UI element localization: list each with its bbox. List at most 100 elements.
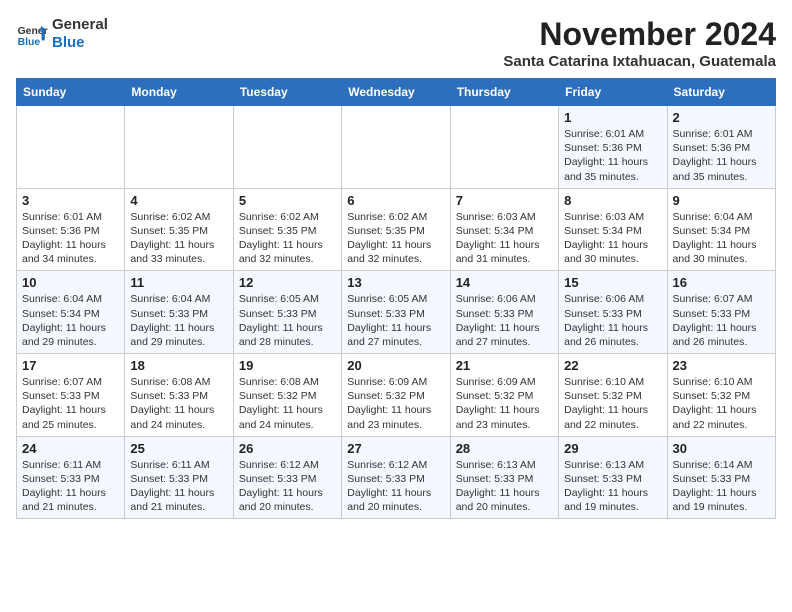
day-number: 7 [456, 193, 553, 208]
calendar-cell: 14 Sunrise: 6:06 AMSunset: 5:33 PMDayligh… [450, 271, 558, 354]
day-number: 1 [564, 110, 661, 125]
calendar-cell [17, 106, 125, 189]
day-number: 21 [456, 358, 553, 373]
logo-text-general: General [52, 16, 108, 34]
day-number: 18 [130, 358, 227, 373]
weekday-header: Wednesday [342, 79, 450, 106]
calendar-cell: 3 Sunrise: 6:01 AMSunset: 5:36 PMDaylight… [17, 188, 125, 271]
svg-text:Blue: Blue [18, 37, 41, 48]
day-info: Sunrise: 6:01 AMSunset: 5:36 PMDaylight:… [22, 210, 119, 267]
calendar-week-row: 24 Sunrise: 6:11 AMSunset: 5:33 PMDayligh… [17, 436, 776, 519]
calendar-week-row: 3 Sunrise: 6:01 AMSunset: 5:36 PMDaylight… [17, 188, 776, 271]
day-number: 5 [239, 193, 336, 208]
day-info: Sunrise: 6:02 AMSunset: 5:35 PMDaylight:… [347, 210, 444, 267]
day-info: Sunrise: 6:09 AMSunset: 5:32 PMDaylight:… [456, 375, 553, 432]
weekday-header: Thursday [450, 79, 558, 106]
day-number: 6 [347, 193, 444, 208]
calendar-cell: 22Sunrise: 6:10 AMSunset: 5:32 PMDayligh… [559, 354, 667, 437]
calendar-cell: 8 Sunrise: 6:03 AMSunset: 5:34 PMDaylight… [559, 188, 667, 271]
day-info: Sunrise: 6:07 AMSunset: 5:33 PMDaylight:… [673, 292, 770, 349]
day-number: 13 [347, 275, 444, 290]
calendar-week-row: 1 Sunrise: 6:01 AMSunset: 5:36 PMDaylight… [17, 106, 776, 189]
day-info: Sunrise: 6:12 AMSunset: 5:33 PMDaylight:… [239, 458, 336, 515]
day-info: Sunrise: 6:05 AMSunset: 5:33 PMDaylight:… [239, 292, 336, 349]
day-info: Sunrise: 6:01 AMSunset: 5:36 PMDaylight:… [564, 127, 661, 184]
calendar-cell: 13 Sunrise: 6:05 AMSunset: 5:33 PMDayligh… [342, 271, 450, 354]
day-number: 26 [239, 441, 336, 456]
logo: General Blue General Blue [16, 16, 108, 52]
calendar-cell: 9 Sunrise: 6:04 AMSunset: 5:34 PMDaylight… [667, 188, 775, 271]
day-info: Sunrise: 6:11 AMSunset: 5:33 PMDaylight:… [130, 458, 227, 515]
day-number: 9 [673, 193, 770, 208]
day-info: Sunrise: 6:06 AMSunset: 5:33 PMDaylight:… [456, 292, 553, 349]
day-number: 24 [22, 441, 119, 456]
day-number: 19 [239, 358, 336, 373]
calendar-cell: 1 Sunrise: 6:01 AMSunset: 5:36 PMDaylight… [559, 106, 667, 189]
day-number: 8 [564, 193, 661, 208]
calendar-cell: 2Sunrise: 6:01 AMSunset: 5:36 PMDaylight… [667, 106, 775, 189]
day-number: 23 [673, 358, 770, 373]
day-info: Sunrise: 6:10 AMSunset: 5:32 PMDaylight:… [564, 375, 661, 432]
calendar-cell [342, 106, 450, 189]
day-number: 28 [456, 441, 553, 456]
day-info: Sunrise: 6:14 AMSunset: 5:33 PMDaylight:… [673, 458, 770, 515]
location-subtitle: Santa Catarina Ixtahuacan, Guatemala [503, 53, 776, 70]
day-info: Sunrise: 6:04 AMSunset: 5:34 PMDaylight:… [673, 210, 770, 267]
calendar-cell: 21 Sunrise: 6:09 AMSunset: 5:32 PMDayligh… [450, 354, 558, 437]
weekday-header: Friday [559, 79, 667, 106]
weekday-header: Tuesday [233, 79, 341, 106]
calendar-cell: 10Sunrise: 6:04 AMSunset: 5:34 PMDayligh… [17, 271, 125, 354]
weekday-header: Saturday [667, 79, 775, 106]
day-number: 20 [347, 358, 444, 373]
page-header: General Blue General Blue November 2024 … [16, 16, 776, 70]
calendar-cell: 7 Sunrise: 6:03 AMSunset: 5:34 PMDaylight… [450, 188, 558, 271]
day-info: Sunrise: 6:02 AMSunset: 5:35 PMDaylight:… [130, 210, 227, 267]
calendar-cell: 28Sunrise: 6:13 AMSunset: 5:33 PMDayligh… [450, 436, 558, 519]
weekday-header: Monday [125, 79, 233, 106]
day-number: 11 [130, 275, 227, 290]
calendar-cell: 27 Sunrise: 6:12 AMSunset: 5:33 PMDayligh… [342, 436, 450, 519]
day-number: 30 [673, 441, 770, 456]
day-info: Sunrise: 6:03 AMSunset: 5:34 PMDaylight:… [564, 210, 661, 267]
day-info: Sunrise: 6:02 AMSunset: 5:35 PMDaylight:… [239, 210, 336, 267]
calendar-cell [125, 106, 233, 189]
day-info: Sunrise: 6:04 AMSunset: 5:34 PMDaylight:… [22, 292, 119, 349]
day-info: Sunrise: 6:04 AMSunset: 5:33 PMDaylight:… [130, 292, 227, 349]
weekday-header-row: SundayMondayTuesdayWednesdayThursdayFrid… [17, 79, 776, 106]
day-info: Sunrise: 6:12 AMSunset: 5:33 PMDaylight:… [347, 458, 444, 515]
day-number: 4 [130, 193, 227, 208]
calendar-table: SundayMondayTuesdayWednesdayThursdayFrid… [16, 78, 776, 519]
calendar-cell: 12 Sunrise: 6:05 AMSunset: 5:33 PMDayligh… [233, 271, 341, 354]
day-number: 17 [22, 358, 119, 373]
logo-text-blue: Blue [52, 34, 108, 52]
calendar-cell: 17 Sunrise: 6:07 AMSunset: 5:33 PMDayligh… [17, 354, 125, 437]
calendar-cell: 20Sunrise: 6:09 AMSunset: 5:32 PMDayligh… [342, 354, 450, 437]
calendar-cell: 4 Sunrise: 6:02 AMSunset: 5:35 PMDaylight… [125, 188, 233, 271]
day-number: 27 [347, 441, 444, 456]
day-info: Sunrise: 6:08 AMSunset: 5:33 PMDaylight:… [130, 375, 227, 432]
calendar-cell: 29 Sunrise: 6:13 AMSunset: 5:33 PMDayligh… [559, 436, 667, 519]
day-number: 16 [673, 275, 770, 290]
weekday-header: Sunday [17, 79, 125, 106]
day-info: Sunrise: 6:07 AMSunset: 5:33 PMDaylight:… [22, 375, 119, 432]
calendar-cell: 5 Sunrise: 6:02 AMSunset: 5:35 PMDaylight… [233, 188, 341, 271]
day-info: Sunrise: 6:05 AMSunset: 5:33 PMDaylight:… [347, 292, 444, 349]
day-info: Sunrise: 6:01 AMSunset: 5:36 PMDaylight:… [673, 127, 770, 184]
calendar-week-row: 17 Sunrise: 6:07 AMSunset: 5:33 PMDayligh… [17, 354, 776, 437]
day-number: 12 [239, 275, 336, 290]
day-info: Sunrise: 6:10 AMSunset: 5:32 PMDaylight:… [673, 375, 770, 432]
day-info: Sunrise: 6:03 AMSunset: 5:34 PMDaylight:… [456, 210, 553, 267]
calendar-cell: 26 Sunrise: 6:12 AMSunset: 5:33 PMDayligh… [233, 436, 341, 519]
day-info: Sunrise: 6:13 AMSunset: 5:33 PMDaylight:… [564, 458, 661, 515]
day-number: 14 [456, 275, 553, 290]
day-number: 29 [564, 441, 661, 456]
calendar-cell: 19Sunrise: 6:08 AMSunset: 5:32 PMDayligh… [233, 354, 341, 437]
calendar-cell [233, 106, 341, 189]
calendar-cell: 15Sunrise: 6:06 AMSunset: 5:33 PMDayligh… [559, 271, 667, 354]
day-number: 25 [130, 441, 227, 456]
calendar-cell: 30 Sunrise: 6:14 AMSunset: 5:33 PMDayligh… [667, 436, 775, 519]
day-number: 3 [22, 193, 119, 208]
calendar-cell: 6 Sunrise: 6:02 AMSunset: 5:35 PMDaylight… [342, 188, 450, 271]
logo-icon: General Blue [16, 18, 48, 50]
day-info: Sunrise: 6:06 AMSunset: 5:33 PMDaylight:… [564, 292, 661, 349]
